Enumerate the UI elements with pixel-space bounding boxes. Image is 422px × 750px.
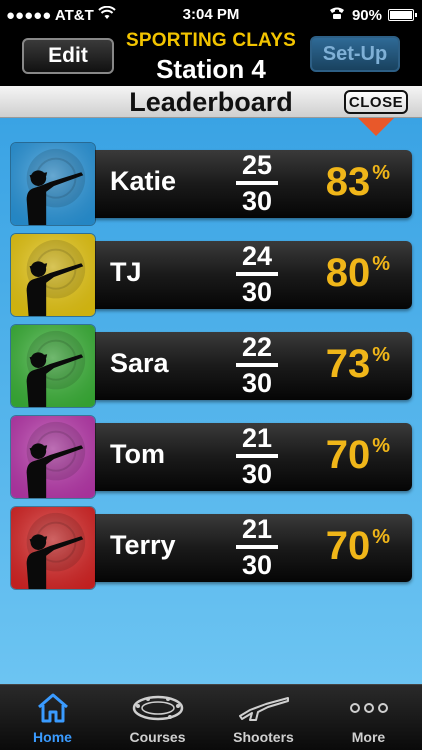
close-button[interactable]: CLOSE <box>344 90 408 114</box>
score-percent: 80% <box>326 251 390 296</box>
leaderboard-row[interactable]: TJ 24 30 80% <box>10 233 412 317</box>
score-hits: 25 <box>241 150 273 180</box>
shooter-avatar <box>10 142 96 226</box>
shooter-silhouette-icon <box>11 325 95 407</box>
leaderboard-list: Katie 25 30 83% TJ 24 30 80% Sara 22 30 … <box>0 118 422 684</box>
shooter-silhouette-icon <box>11 507 95 589</box>
shooter-silhouette-icon <box>11 234 95 316</box>
leaderboard-row[interactable]: Sara 22 30 73% <box>10 324 412 408</box>
home-icon <box>25 691 81 725</box>
leaderboard-row[interactable]: Katie 25 30 83% <box>10 142 412 226</box>
score-hits: 22 <box>241 332 273 362</box>
status-bar: ●●●●● AT&T 3:04 PM 90% <box>0 0 422 30</box>
shooter-avatar <box>10 506 96 590</box>
score-total: 30 <box>241 550 273 580</box>
score-fraction: 22 30 <box>236 332 278 398</box>
tab-label: Courses <box>129 729 186 745</box>
score-hits: 21 <box>241 514 273 544</box>
shooter-silhouette-icon <box>11 416 95 498</box>
tab-more[interactable]: More <box>316 685 421 750</box>
battery-icon <box>388 9 417 21</box>
close-arrow-indicator <box>358 118 394 136</box>
tab-home[interactable]: Home <box>0 685 105 750</box>
shooters-icon <box>236 691 292 725</box>
more-icon <box>341 691 397 725</box>
tab-label: Shooters <box>233 729 294 745</box>
score-percent: 70% <box>326 433 390 478</box>
score-total: 30 <box>241 277 273 307</box>
percent-value: 73 <box>325 342 371 386</box>
score-percent: 83% <box>326 160 390 205</box>
courses-icon <box>130 691 186 725</box>
leaderboard-row[interactable]: Tom 21 30 70% <box>10 415 412 499</box>
leaderboard-header: Leaderboard CLOSE <box>0 86 422 118</box>
score-total: 30 <box>241 368 273 398</box>
player-name: Terry <box>110 530 176 560</box>
tab-label: More <box>351 729 386 745</box>
tab-label: Home <box>33 729 72 745</box>
shooter-avatar <box>10 324 96 408</box>
player-name: Sara <box>110 348 169 378</box>
tab-bar: Home Courses Shooters More <box>0 684 422 750</box>
percent-sign: % <box>372 526 390 548</box>
edit-button[interactable]: Edit <box>22 38 114 74</box>
phone-icon <box>328 6 346 24</box>
score-total: 30 <box>241 459 273 489</box>
percent-value: 70 <box>325 433 371 477</box>
score-total: 30 <box>241 186 273 216</box>
battery-percent: 90% <box>351 6 382 24</box>
percent-sign: % <box>372 162 390 184</box>
score-hits: 24 <box>241 241 273 271</box>
score-percent: 73% <box>326 342 390 387</box>
setup-button[interactable]: Set-Up <box>310 36 400 72</box>
shooter-avatar <box>10 415 96 499</box>
tab-courses[interactable]: Courses <box>105 685 210 750</box>
score-percent: 70% <box>326 524 390 569</box>
percent-sign: % <box>372 344 390 366</box>
player-name: Tom <box>110 439 165 469</box>
percent-value: 80 <box>325 251 371 295</box>
status-right: 90% <box>328 6 417 24</box>
shooter-silhouette-icon <box>11 143 95 225</box>
percent-sign: % <box>372 253 390 275</box>
score-fraction: 21 30 <box>236 423 278 489</box>
score-fraction: 25 30 <box>236 150 278 216</box>
percent-sign: % <box>372 435 390 457</box>
percent-value: 70 <box>325 524 371 568</box>
player-name: TJ <box>110 257 142 287</box>
shooter-avatar <box>10 233 96 317</box>
leaderboard-row[interactable]: Terry 21 30 70% <box>10 506 412 590</box>
score-hits: 21 <box>241 423 273 453</box>
player-name: Katie <box>110 166 177 196</box>
score-fraction: 21 30 <box>236 514 278 580</box>
percent-value: 83 <box>325 160 371 204</box>
score-fraction: 24 30 <box>236 241 278 307</box>
header: SPORTING CLAYS Station 4 Edit Set-Up <box>0 30 422 86</box>
tab-shooters[interactable]: Shooters <box>211 685 316 750</box>
